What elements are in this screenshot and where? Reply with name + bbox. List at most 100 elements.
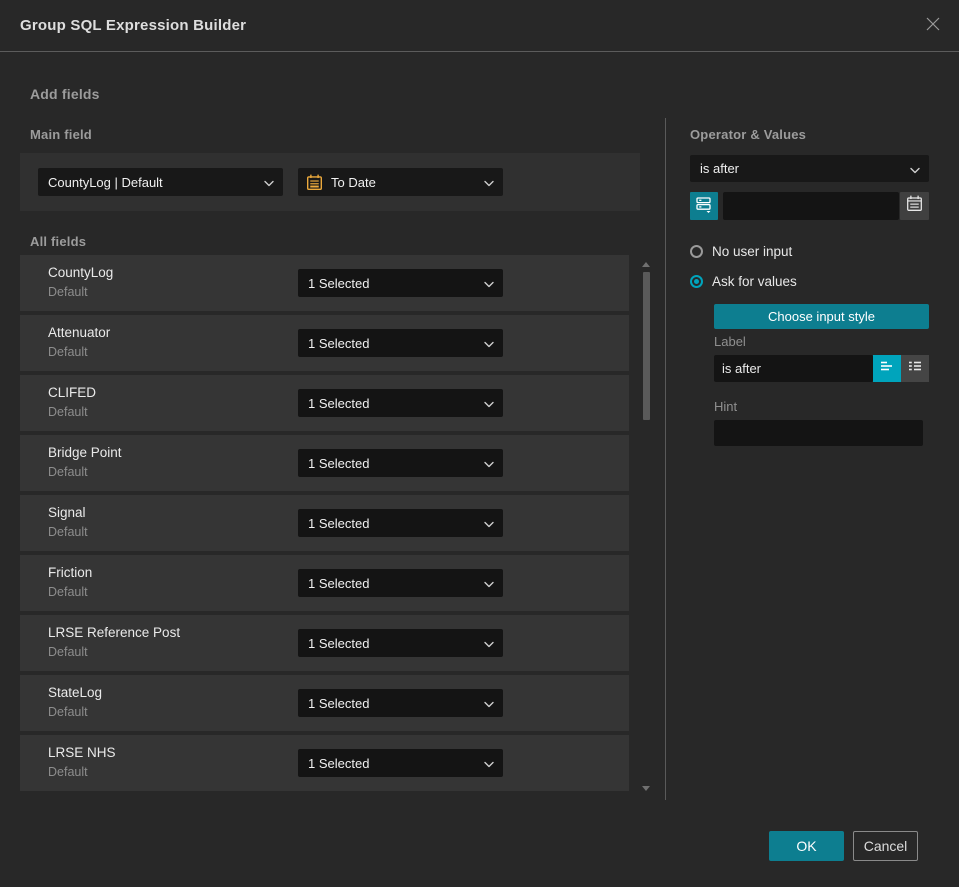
hint-input[interactable]	[714, 420, 923, 446]
date-field-dropdown[interactable]: To Date	[298, 168, 503, 196]
field-name: LRSE NHS	[48, 745, 116, 760]
chevron-down-icon	[484, 696, 494, 711]
chevron-down-icon	[484, 576, 494, 591]
value-row	[690, 192, 929, 220]
main-field-dropdown-value: CountyLog | Default	[48, 174, 163, 190]
radio-label: No user input	[712, 244, 793, 259]
cancel-button[interactable]: Cancel	[853, 831, 918, 861]
chevron-down-icon	[484, 456, 494, 471]
field-selection-value: 1 Selected	[308, 755, 370, 771]
single-line-style-button[interactable]	[873, 355, 901, 382]
chevron-down-icon	[264, 175, 274, 190]
all-fields-heading: All fields	[30, 234, 87, 249]
field-name: Signal	[48, 505, 86, 520]
scrollbar-thumb[interactable]	[643, 272, 650, 420]
field-selection-value: 1 Selected	[308, 635, 370, 651]
field-row: CountyLog Default 1 Selected	[20, 255, 629, 311]
field-name: Attenuator	[48, 325, 111, 340]
dialog-title: Group SQL Expression Builder	[20, 17, 247, 34]
field-selection-value: 1 Selected	[308, 575, 370, 591]
chevron-down-icon	[484, 516, 494, 531]
value-type-button[interactable]	[690, 192, 718, 220]
field-selection-dropdown[interactable]: 1 Selected	[298, 329, 503, 357]
field-subtitle: Default	[48, 465, 88, 479]
scroll-up-icon[interactable]	[642, 262, 650, 267]
chevron-down-icon	[484, 336, 494, 351]
chevron-down-icon	[484, 396, 494, 411]
radio-icon	[690, 245, 703, 258]
title-bar: Group SQL Expression Builder	[0, 0, 959, 52]
field-subtitle: Default	[48, 705, 88, 719]
field-selection-dropdown[interactable]: 1 Selected	[298, 569, 503, 597]
value-calendar-button[interactable]	[900, 192, 929, 220]
field-subtitle: Default	[48, 405, 88, 419]
field-row: StateLog Default 1 Selected	[20, 675, 629, 731]
main-field-panel: CountyLog | Default To Date	[20, 153, 640, 211]
all-fields-list: CountyLog Default 1 Selected Attenuator …	[20, 255, 629, 795]
field-name: CLIFED	[48, 385, 97, 400]
stacked-values-icon	[695, 195, 713, 218]
add-fields-heading: Add fields	[30, 86, 100, 102]
close-button[interactable]	[921, 14, 945, 38]
main-field-dropdown[interactable]: CountyLog | Default	[38, 168, 283, 196]
chevron-down-icon	[484, 756, 494, 771]
field-subtitle: Default	[48, 285, 88, 299]
field-selection-value: 1 Selected	[308, 275, 370, 291]
field-row: Signal Default 1 Selected	[20, 495, 629, 551]
field-name: Friction	[48, 565, 93, 580]
field-selection-value: 1 Selected	[308, 335, 370, 351]
field-selection-dropdown[interactable]: 1 Selected	[298, 269, 503, 297]
label-input[interactable]	[714, 355, 873, 382]
field-selection-value: 1 Selected	[308, 515, 370, 531]
field-selection-dropdown[interactable]: 1 Selected	[298, 689, 503, 717]
date-field-dropdown-value: To Date	[331, 174, 376, 190]
field-selection-value: 1 Selected	[308, 695, 370, 711]
field-row: Friction Default 1 Selected	[20, 555, 629, 611]
field-selection-value: 1 Selected	[308, 455, 370, 471]
group-sql-expression-builder-dialog: Group SQL Expression Builder Add fields …	[0, 0, 959, 887]
field-subtitle: Default	[48, 585, 88, 599]
field-selection-dropdown[interactable]: 1 Selected	[298, 509, 503, 537]
label-field-label: Label	[714, 334, 746, 349]
field-name: StateLog	[48, 685, 103, 700]
field-row: CLIFED Default 1 Selected	[20, 375, 629, 431]
scroll-down-icon[interactable]	[642, 786, 650, 791]
bullet-list-icon	[907, 358, 923, 379]
field-selection-dropdown[interactable]: 1 Selected	[298, 629, 503, 657]
radio-no-user-input[interactable]: No user input	[690, 244, 792, 259]
field-row: LRSE NHS Default 1 Selected	[20, 735, 629, 791]
align-left-icon	[879, 358, 895, 379]
radio-label: Ask for values	[712, 274, 797, 289]
field-subtitle: Default	[48, 765, 88, 779]
radio-ask-for-values[interactable]: Ask for values	[690, 274, 797, 289]
main-field-heading: Main field	[30, 127, 92, 142]
chevron-down-icon	[910, 161, 920, 176]
list-scrollbar[interactable]	[641, 256, 652, 795]
field-subtitle: Default	[48, 525, 88, 539]
field-row: Bridge Point Default 1 Selected	[20, 435, 629, 491]
value-input[interactable]	[723, 192, 899, 220]
calendar-icon	[906, 195, 923, 217]
operator-values-heading: Operator & Values	[690, 127, 807, 142]
field-selection-dropdown[interactable]: 1 Selected	[298, 749, 503, 777]
radio-icon	[690, 275, 703, 288]
list-style-button[interactable]	[901, 355, 929, 382]
field-name: LRSE Reference Post	[48, 625, 181, 640]
field-selection-value: 1 Selected	[308, 395, 370, 411]
field-selection-dropdown[interactable]: 1 Selected	[298, 389, 503, 417]
field-selection-dropdown[interactable]: 1 Selected	[298, 449, 503, 477]
operator-dropdown[interactable]: is after	[690, 155, 929, 182]
field-name: Bridge Point	[48, 445, 122, 460]
field-name: CountyLog	[48, 265, 114, 280]
panel-divider	[665, 118, 666, 800]
hint-field-label: Hint	[714, 399, 738, 414]
field-row: Attenuator Default 1 Selected	[20, 315, 629, 371]
operator-dropdown-value: is after	[700, 161, 740, 176]
calendar-icon	[306, 174, 323, 191]
close-icon	[925, 16, 941, 37]
field-subtitle: Default	[48, 645, 88, 659]
field-subtitle: Default	[48, 345, 88, 359]
ok-button[interactable]: OK	[769, 831, 844, 861]
field-row: LRSE Reference Post Default 1 Selected	[20, 615, 629, 671]
choose-input-style-button[interactable]: Choose input style	[714, 304, 929, 329]
